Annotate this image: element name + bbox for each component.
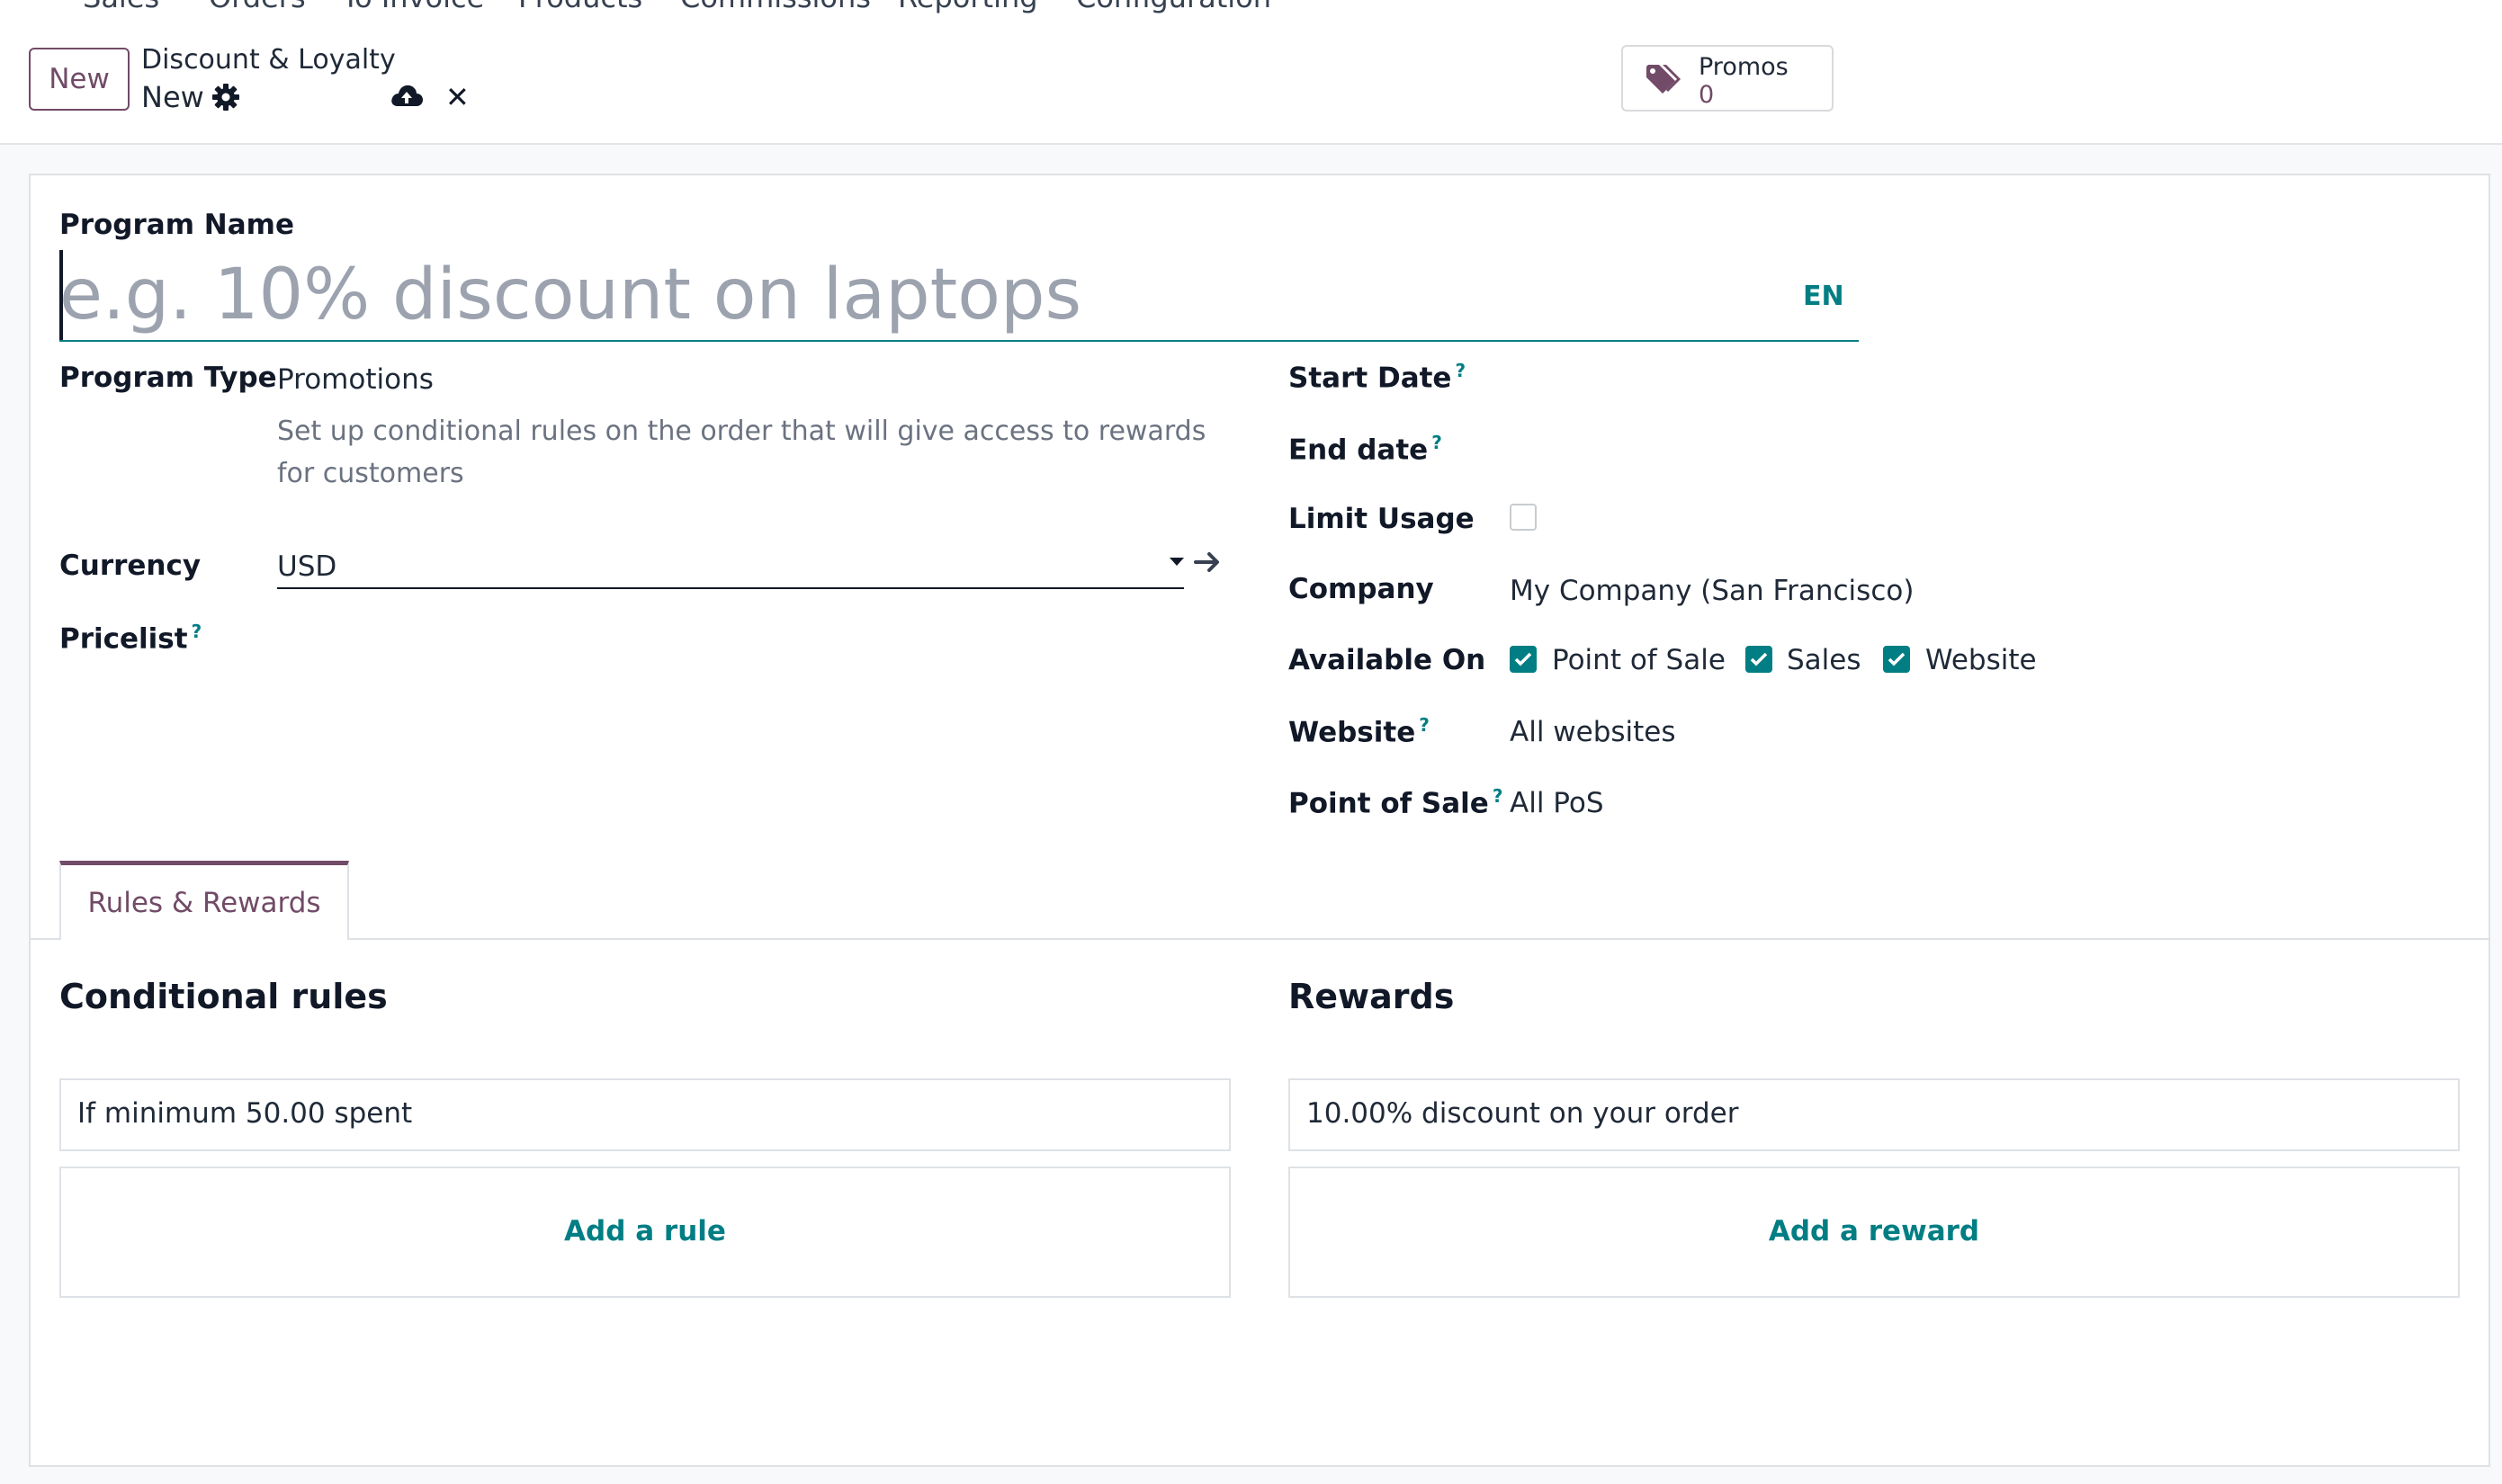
currency-value[interactable]: USD — [277, 550, 336, 583]
nav-item-orders[interactable]: Orders — [209, 0, 306, 14]
checkmark-icon — [1888, 652, 1906, 666]
help-icon[interactable]: ? — [1455, 360, 1466, 381]
nav-item-commissions[interactable]: Commissions — [680, 0, 871, 14]
discard-icon[interactable]: ✕ — [445, 83, 472, 112]
text-caret — [59, 250, 63, 340]
program-type-value[interactable]: Promotions — [277, 363, 434, 396]
company-value[interactable]: My Company (San Francisco) — [1510, 575, 1914, 607]
pos-checkbox[interactable] — [1510, 646, 1537, 673]
rule-text: If minimum 50.00 spent — [77, 1097, 413, 1130]
limit-usage-checkbox[interactable] — [1510, 504, 1537, 531]
available-on-sales-label[interactable]: Sales — [1787, 644, 1861, 676]
start-date-label-text: Start Date — [1288, 362, 1452, 395]
available-on-label: Available On — [1288, 644, 1486, 676]
currency-label: Currency — [59, 550, 202, 582]
help-icon[interactable]: ? — [1493, 785, 1503, 807]
help-icon[interactable]: ? — [192, 621, 202, 642]
end-date-label: End date? — [1288, 432, 1442, 466]
language-button[interactable]: EN — [1803, 281, 1844, 312]
add-rule-button[interactable]: Add a rule — [61, 1215, 1229, 1247]
website-label-text: Website — [1288, 716, 1416, 749]
nav-item-configuration[interactable]: Configuration — [1076, 0, 1271, 14]
tags-icon — [1646, 65, 1681, 94]
nav-item-to-invoice[interactable]: To Invoice — [342, 0, 484, 14]
rewards-title: Rewards — [1288, 977, 1455, 1016]
company-label: Company — [1288, 573, 1434, 605]
add-rule-card[interactable]: Add a rule — [59, 1167, 1231, 1298]
website-label: Website? — [1288, 714, 1430, 748]
smart-button-count: 0 — [1699, 81, 1715, 109]
start-date-label: Start Date? — [1288, 360, 1466, 394]
add-reward-button[interactable]: Add a reward — [1290, 1215, 2458, 1247]
website-field[interactable]: All websites — [1510, 716, 1676, 748]
point-of-sale-label: Point of Sale? — [1288, 785, 1502, 819]
currency-field[interactable] — [277, 544, 1184, 589]
help-icon[interactable]: ? — [1419, 714, 1430, 736]
reward-text: 10.00% discount on your order — [1306, 1097, 1739, 1130]
rule-card[interactable]: If minimum 50.00 spent — [59, 1078, 1231, 1151]
program-type-label: Program Type — [59, 362, 277, 394]
nav-item-reporting[interactable]: Reporting — [898, 0, 1038, 14]
limit-usage-label: Limit Usage — [1288, 503, 1475, 535]
program-type-description: Set up conditional rules on the order th… — [277, 416, 1206, 489]
chevron-down-icon[interactable] — [1170, 558, 1184, 566]
available-on-pos-label[interactable]: Point of Sale — [1552, 644, 1726, 676]
breadcrumb-current: New — [141, 80, 204, 114]
gear-icon[interactable] — [211, 83, 240, 112]
reward-card[interactable]: 10.00% discount on your order — [1288, 1078, 2460, 1151]
active-tab-gap — [61, 938, 347, 940]
tab-bar-line — [31, 938, 2489, 940]
top-navbar: Sales Orders To Invoice Products Commiss… — [0, 0, 2502, 14]
end-date-label-text: End date — [1288, 434, 1429, 467]
nav-item-products[interactable]: Products — [518, 0, 642, 14]
tab-rules-rewards[interactable]: Rules & Rewards — [59, 861, 349, 940]
checkmark-icon — [1514, 652, 1532, 666]
pricelist-label-text: Pricelist — [59, 622, 188, 656]
available-on-website-label[interactable]: Website — [1925, 644, 2037, 676]
sales-checkbox[interactable] — [1745, 646, 1772, 673]
point-of-sale-field[interactable]: All PoS — [1510, 787, 1604, 819]
help-icon[interactable]: ? — [1431, 432, 1442, 453]
website-checkbox[interactable] — [1883, 646, 1910, 673]
checkmark-icon — [1750, 652, 1768, 666]
promos-smart-button[interactable]: Promos 0 — [1621, 45, 1834, 112]
app-name[interactable]: Sales — [83, 0, 159, 14]
smart-button-label: Promos — [1699, 53, 1789, 81]
save-cloud-icon[interactable] — [390, 81, 424, 110]
pricelist-label: Pricelist? — [59, 621, 202, 655]
add-reward-card[interactable]: Add a reward — [1288, 1167, 2460, 1298]
conditional-rules-title: Conditional rules — [59, 977, 388, 1016]
program-name-input[interactable] — [59, 250, 1859, 342]
point-of-sale-label-text: Point of Sale — [1288, 787, 1489, 820]
breadcrumb-parent[interactable]: Discount & Loyalty — [141, 44, 396, 76]
program-name-label: Program Name — [59, 209, 294, 241]
internal-link-arrow-icon[interactable] — [1193, 547, 1224, 577]
new-button[interactable]: New — [29, 48, 130, 111]
